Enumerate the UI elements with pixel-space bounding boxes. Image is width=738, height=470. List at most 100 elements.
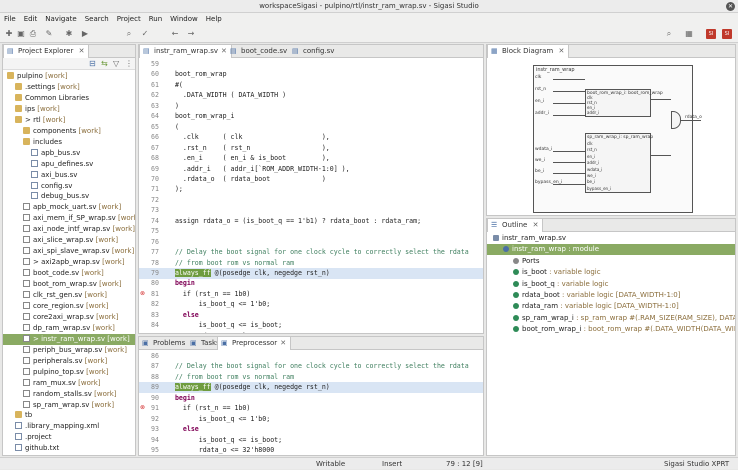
tree-item[interactable]: dp_ram_wrap.sv [work] [3,323,135,334]
tree-item[interactable]: axi_node_intf_wrap.sv [work] [3,224,135,235]
sigasi-perspective-icon[interactable]: SI [706,29,716,39]
preprocessor-view[interactable]: 86 87 // Delay the boot signal for one cl… [139,351,483,455]
debug-icon[interactable]: ✱ [64,29,74,39]
save-icon[interactable]: ▣ [16,29,26,39]
tree-item[interactable]: peripherals.sv [work] [3,356,135,367]
tree-item[interactable]: .project [3,432,135,443]
file-icon [23,334,30,342]
tree-item[interactable]: apu_defines.sv [3,159,135,170]
tree-item[interactable]: > rtl [work] [3,115,135,126]
tree-item[interactable]: Common Libraries [3,93,135,104]
bottom-tab[interactable]: ▣ Preprocessor ✕ [217,337,292,350]
tree-item[interactable]: ram_mux.sv [work] [3,378,135,389]
block-diagram-canvas[interactable]: instr_ram_wrap boot_rom_wrap_i: boot_rom… [523,65,702,213]
tree-item[interactable]: debug_bus.sv [3,191,135,202]
tree-item[interactable]: includes [3,137,135,148]
tree-item[interactable]: boot_code.sv [work] [3,268,135,279]
tree-item[interactable]: config.sv [3,181,135,192]
collapse-all-icon[interactable]: ⊟ [89,59,96,68]
code-line: 66 .clk ( clk ), [139,132,483,143]
tree-item[interactable]: core_region.sv [work] [3,301,135,312]
tree-item[interactable]: tb [3,410,135,421]
bookmark-icon[interactable]: ✓ [140,29,150,39]
tree-item[interactable]: apb_bus.sv [3,148,135,159]
outline-item[interactable]: rdata_ram : variable logic [DATA_WIDTH-1… [487,301,735,312]
new-icon[interactable]: ✚ [4,29,14,39]
tree-item[interactable]: axi_bus.sv [3,170,135,181]
tree-item-label: .settings [25,82,56,91]
code-line: 70 .rdata_o ( rdata_boot ) [139,174,483,185]
error-marker-icon[interactable]: ⊗ [140,404,145,411]
forward-icon[interactable]: → [186,29,196,39]
code-line: 60 boot_rom_wrap [139,69,483,80]
file-icon [23,236,30,244]
perspective-icon[interactable]: ▦ [684,29,694,39]
tree-item[interactable]: core2axi_wrap.sv [work] [3,312,135,323]
outline-item[interactable]: instr_ram_wrap : module [487,244,735,256]
outline-item[interactable]: sp_ram_wrap_i : sp_ram_wrap #(.RAM_SIZE(… [487,313,735,324]
tab-block-diagram[interactable]: ▦ Block Diagram ✕ [487,45,570,58]
close-tab-icon[interactable]: ✕ [280,339,286,347]
outline-item-type: : boot_rom_wrap #(.DATA_WIDTH(DATA_WIDTH… [583,325,735,334]
outline-item[interactable]: is_boot : variable logic [487,267,735,278]
menu-window[interactable]: Window [166,13,202,25]
tree-item[interactable]: random_stalls.sv [work] [3,389,135,400]
error-marker-icon[interactable]: ⊗ [140,290,145,297]
tree-item[interactable]: github.txt [3,443,135,454]
tab-outline[interactable]: ☰ Outline ✕ [487,219,544,232]
close-tab-icon[interactable]: ✕ [533,221,539,229]
bottom-tab[interactable]: ▣ Problems [139,337,189,350]
tree-item[interactable]: axi_slice_wrap.sv [work] [3,235,135,246]
tree-item[interactable]: pulpino_top.sv [work] [3,367,135,378]
link-editor-icon[interactable]: ⇆ [101,59,108,68]
view-menu-icon[interactable]: ⋮ [125,59,133,68]
tree-item[interactable]: pulpino [work] [3,71,135,82]
tree-item[interactable]: ips [work] [3,104,135,115]
menu-run[interactable]: Run [145,13,166,25]
search-toolbar-icon[interactable]: ⌕ [124,29,134,39]
file-icon [23,214,30,222]
tree-item[interactable]: apb_mock_uart.sv [work] [3,202,135,213]
tree-item[interactable]: periph_bus_wrap.sv [work] [3,345,135,356]
menu-edit[interactable]: Edit [20,13,42,25]
tree-item[interactable]: .settings [work] [3,82,135,93]
menu-file[interactable]: File [0,13,20,25]
tree-item[interactable]: > instr_ram_wrap.sv [work] [3,333,135,345]
menu-search[interactable]: Search [81,13,113,25]
sigasi-debug-perspective-icon[interactable]: SI [722,29,732,39]
run-icon[interactable]: ▶ [80,29,90,39]
code-line: 64 boot_rom_wrap_i [139,111,483,122]
close-tab-icon[interactable]: ✕ [79,47,85,55]
print-icon[interactable]: ⎙ [28,29,38,39]
menu-project[interactable]: Project [113,13,145,25]
tree-item[interactable]: components [work] [3,126,135,137]
outline-item[interactable]: boot_rom_wrap_i : boot_rom_wrap #(.DATA_… [487,324,735,335]
editor-tab[interactable]: ▤ boot_code.sv [227,45,291,58]
back-icon[interactable]: ← [170,29,180,39]
tree-item[interactable]: .library_mapping.xml [3,421,135,432]
outline-item[interactable]: is_boot_q : variable logic [487,279,735,290]
close-tab-icon[interactable]: ✕ [221,47,227,55]
tree-item[interactable]: sp_ram_wrap.sv [work] [3,400,135,411]
menu-help[interactable]: Help [202,13,226,25]
tree-item[interactable]: axi_mem_if_SP_wrap.sv [work] [3,213,135,224]
code-text: rdata_o <= 32'h8000 [167,446,275,455]
tree-item[interactable]: boot_rom_wrap.sv [work] [3,279,135,290]
tree-item[interactable]: clk_rst_gen.sv [work] [3,290,135,301]
outline-item[interactable]: rdata_boot : variable logic [DATA_WIDTH-… [487,290,735,301]
outline-item[interactable]: instr_ram_wrap.sv [487,233,735,244]
filter-icon[interactable]: ▽ [113,59,119,68]
editor-tab[interactable]: ▤ instr_ram_wrap.sv ✕ [139,45,232,58]
menu-navigate[interactable]: Navigate [41,13,80,25]
outline-item[interactable]: Ports [487,256,735,267]
line-number: 66 [151,133,159,142]
tree-item[interactable]: > axi2apb_wrap.sv [work] [3,257,135,268]
tab-project-explorer[interactable]: ▤ Project Explorer ✕ [3,45,90,58]
close-tab-icon[interactable]: ✕ [558,47,564,55]
tree-item[interactable]: axi_spi_slave_wrap.sv [work] [3,246,135,257]
wrench-icon[interactable]: ✎ [44,29,54,39]
search-icon[interactable]: ⌕ [664,29,674,39]
close-window-button[interactable]: ✕ [726,2,735,11]
editor-tab[interactable]: ▤ config.sv [289,45,338,58]
code-editor[interactable]: 59 60 boot_rom_wrap 61 #(62 .DATA_WIDTH ( … [139,59,483,333]
